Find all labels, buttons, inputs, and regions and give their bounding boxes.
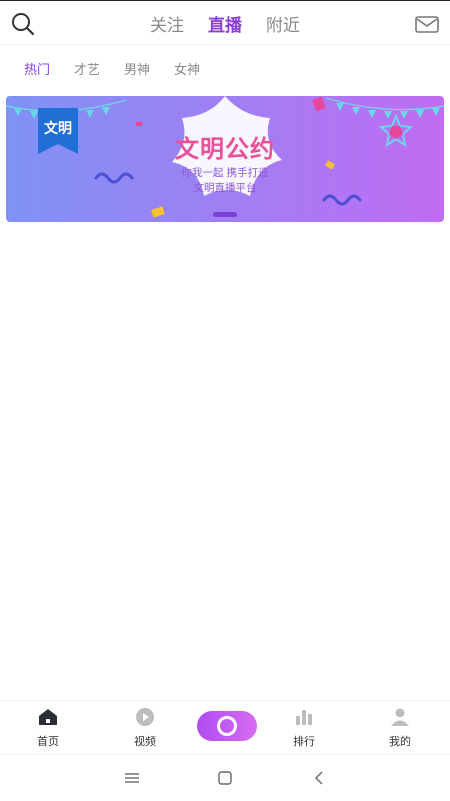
nav-home-label: 首页 [37,735,59,748]
banner-title: 文明公约 [175,135,275,163]
tab-nearby[interactable]: 附近 [266,11,300,36]
system-nav-bar [0,754,450,801]
subtab-female[interactable]: 女神 [174,59,200,78]
nav-ranking[interactable]: 排行 [274,707,334,749]
bottom-nav: 首页 视频 排行 我的 [0,700,450,755]
tab-follow[interactable]: 关注 [150,11,184,36]
live-icon [217,716,237,736]
profile-icon [391,708,409,726]
banner-line-2: 文明直播平台 [193,182,257,194]
tab-live[interactable]: 直播 [208,11,242,36]
back-icon[interactable] [308,767,330,789]
subtab-talent[interactable]: 才艺 [74,59,100,78]
content-area [0,222,450,700]
top-header: 关注 直播 附近 [0,1,450,45]
category-tabs: 热门 才艺 男神 女神 [0,52,200,84]
nav-video[interactable]: 视频 [115,707,175,749]
header-divider [0,44,450,45]
nav-profile-label: 我的 [389,735,411,748]
nav-home[interactable]: 首页 [18,707,78,749]
top-tabs: 关注 直播 附近 [0,1,450,45]
nav-profile[interactable]: 我的 [370,707,430,749]
mail-icon[interactable] [414,11,440,37]
subtab-male[interactable]: 男神 [124,59,150,78]
nav-ranking-label: 排行 [293,735,315,748]
nav-video-label: 视频 [134,735,156,748]
banner-badge-text: 文明 [44,121,72,137]
video-icon [136,708,154,726]
banner-line-1: 你我一起 携手打造 [181,167,269,179]
menu-icon[interactable] [121,767,143,789]
subtab-hot[interactable]: 热门 [24,59,50,78]
banner[interactable]: 文明 文明公约 你我一起 携手打造 文明直播平台 [6,96,444,222]
live-button[interactable] [197,711,257,741]
home-icon [39,709,57,725]
home-square-icon[interactable] [214,767,236,789]
ranking-icon [296,710,312,725]
